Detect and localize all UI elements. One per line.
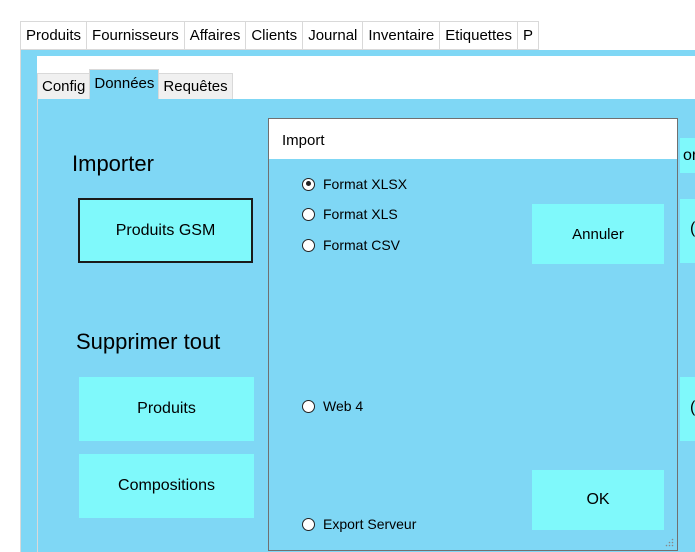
resize-grip-icon[interactable] xyxy=(665,538,674,547)
dialog-title: Import xyxy=(269,119,677,159)
radio-unchecked-icon[interactable] xyxy=(302,207,315,221)
radio-unchecked-icon[interactable] xyxy=(302,399,315,413)
radio-label: Web 4 xyxy=(323,398,364,414)
radio-label: Format XLSX xyxy=(323,176,408,192)
radio-format-xls[interactable]: Format XLS xyxy=(302,206,398,222)
tab-inventaire[interactable]: Inventaire xyxy=(362,21,441,50)
radio-web4[interactable]: Web 4 xyxy=(302,398,363,414)
cancel-button[interactable]: Annuler xyxy=(532,204,664,264)
radio-label: Format XLS xyxy=(323,206,398,222)
radio-label: Export Serveur xyxy=(323,516,417,532)
supprimer-heading: Supprimer tout xyxy=(76,329,221,354)
tab-truncated[interactable]: P xyxy=(516,21,539,50)
tab-etiquettes[interactable]: Etiquettes xyxy=(439,21,518,50)
hidden-text-right-2: ( xyxy=(690,220,695,237)
tab-config[interactable]: Config xyxy=(37,73,91,101)
delete-compositions-button[interactable]: Compositions xyxy=(79,454,254,518)
tab-journal[interactable]: Journal xyxy=(302,21,364,50)
import-dialog: Import Format XLSX Format XLS Format CSV… xyxy=(268,118,678,551)
hidden-text-right-1: or xyxy=(683,147,695,164)
tab-fournisseurs[interactable]: Fournisseurs xyxy=(86,21,185,50)
radio-unchecked-icon[interactable] xyxy=(302,517,315,531)
delete-produits-button[interactable]: Produits xyxy=(79,377,254,441)
importer-heading: Importer xyxy=(72,151,154,176)
radio-unchecked-icon[interactable] xyxy=(302,238,315,252)
radio-format-csv[interactable]: Format CSV xyxy=(302,237,400,253)
radio-export-serveur[interactable]: Export Serveur xyxy=(302,516,416,532)
tab-produits[interactable]: Produits xyxy=(20,21,88,50)
sub-tab-bar: Config Données Requêtes xyxy=(37,56,233,101)
tab-affaires[interactable]: Affaires xyxy=(183,21,247,50)
main-tab-bar: Produits Fournisseurs Affaires Clients J… xyxy=(20,21,695,50)
radio-checked-icon[interactable] xyxy=(302,177,315,191)
tab-donnees[interactable]: Données xyxy=(89,69,160,100)
hidden-text-right-3: ( xyxy=(690,399,695,416)
radio-label: Format CSV xyxy=(323,237,401,253)
tab-clients[interactable]: Clients xyxy=(245,21,304,50)
produits-gsm-button[interactable]: Produits GSM xyxy=(78,198,253,263)
radio-format-xlsx[interactable]: Format XLSX xyxy=(302,176,407,192)
tab-requetes[interactable]: Requêtes xyxy=(158,73,233,101)
ok-button[interactable]: OK xyxy=(532,470,664,530)
